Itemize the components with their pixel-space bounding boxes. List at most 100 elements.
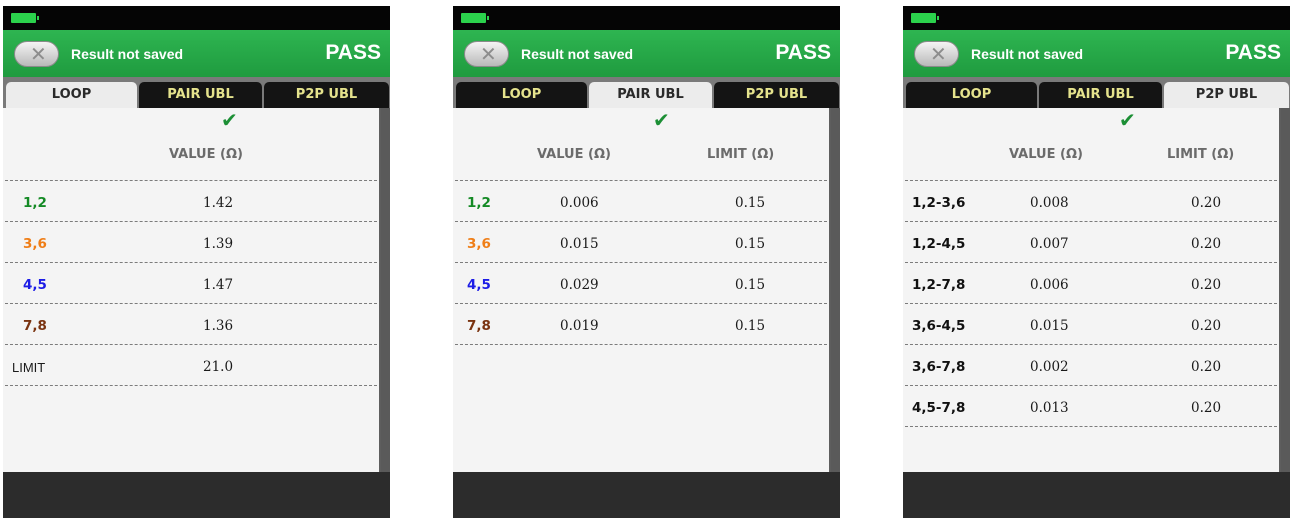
tab-bar: LOOP PAIR UBL P2P UBL: [903, 77, 1290, 108]
limit-label: LIMIT: [12, 360, 46, 375]
p2p-pair-label: 4,5-7,8: [912, 400, 966, 416]
divider: [5, 180, 377, 181]
divider: [905, 303, 1277, 304]
save-status-text: Result not saved: [971, 46, 1084, 62]
pair-label-7-8: 7,8: [23, 318, 47, 334]
pair-value: 0.006: [560, 195, 599, 211]
pair-label-3-6: 3,6: [23, 236, 47, 252]
tab-pair-ubl[interactable]: PAIR UBL: [589, 82, 712, 108]
tab-bar: LOOP PAIR UBL P2P UBL: [453, 77, 840, 108]
status-bar: [3, 6, 390, 30]
value-column-header: VALUE (Ω): [1009, 147, 1083, 162]
p2p-pair-label: 3,6-4,5: [912, 318, 966, 334]
pair-value: 1.47: [203, 277, 234, 293]
results-panel: ✔ VALUE (Ω) LIMIT (Ω) 1,2 0.006 0.15 3,6…: [453, 108, 831, 472]
divider: [905, 262, 1277, 263]
close-x-icon[interactable]: ✕: [914, 41, 959, 67]
divider: [455, 303, 827, 304]
tab-pair-ubl[interactable]: PAIR UBL: [1039, 82, 1162, 108]
battery-icon: [11, 13, 39, 23]
pair-value: 1.42: [203, 195, 234, 211]
tab-loop[interactable]: LOOP: [6, 82, 137, 108]
checkmark-icon: ✔: [221, 108, 238, 132]
p2p-limit: 0.20: [1191, 277, 1222, 293]
tab-pair-ubl[interactable]: PAIR UBL: [139, 82, 262, 108]
tester-screen-pair-ubl: ✕ Result not saved PASS LOOP PAIR UBL P2…: [453, 6, 840, 518]
p2p-limit: 0.20: [1191, 195, 1222, 211]
result-header: ✕ Result not saved PASS: [453, 30, 840, 77]
limit-column-header: LIMIT (Ω): [707, 147, 775, 162]
pair-label-1-2: 1,2: [467, 195, 491, 211]
divider: [5, 385, 377, 386]
tab-p2p-ubl[interactable]: P2P UBL: [264, 82, 389, 108]
p2p-limit: 0.20: [1191, 318, 1222, 334]
tester-screen-p2p-ubl: ✕ Result not saved PASS LOOP PAIR UBL P2…: [903, 6, 1290, 518]
divider: [455, 221, 827, 222]
p2p-value: 0.007: [1030, 236, 1069, 252]
tester-screen-loop: ✕ Result not saved PASS LOOP PAIR UBL P2…: [3, 6, 390, 518]
p2p-limit: 0.20: [1191, 236, 1222, 252]
results-panel: ✔ VALUE (Ω) LIMIT (Ω) 1,2-3,6 0.008 0.20…: [903, 108, 1281, 472]
pass-status: PASS: [1225, 41, 1281, 64]
divider: [905, 385, 1277, 386]
bottom-bar: [903, 472, 1290, 518]
save-status-text: Result not saved: [71, 46, 184, 62]
p2p-limit: 0.20: [1191, 400, 1222, 416]
p2p-pair-label: 1,2-7,8: [912, 277, 966, 293]
tab-bar: LOOP PAIR UBL P2P UBL: [3, 77, 390, 108]
divider: [455, 180, 827, 181]
limit-column-header: LIMIT (Ω): [1167, 147, 1235, 162]
p2p-value: 0.008: [1030, 195, 1069, 211]
p2p-limit: 0.20: [1191, 359, 1222, 375]
p2p-pair-label: 1,2-4,5: [912, 236, 966, 252]
divider: [5, 262, 377, 263]
pair-label-1-2: 1,2: [23, 195, 47, 211]
divider: [905, 221, 1277, 222]
pair-label-3-6: 3,6: [467, 236, 491, 252]
p2p-pair-label: 3,6-7,8: [912, 359, 966, 375]
pair-limit: 0.15: [735, 236, 766, 252]
p2p-value: 0.015: [1030, 318, 1069, 334]
value-column-header: VALUE (Ω): [169, 147, 243, 162]
tab-p2p-ubl[interactable]: P2P UBL: [1164, 82, 1289, 108]
results-panel: ✔ VALUE (Ω) 1,2 1.42 3,6 1.39 4,5 1.47 7…: [3, 108, 381, 472]
pair-value: 0.029: [560, 277, 599, 293]
divider: [5, 344, 377, 345]
pair-label-7-8: 7,8: [467, 318, 491, 334]
pair-limit: 0.15: [735, 277, 766, 293]
value-column-header: VALUE (Ω): [537, 147, 611, 162]
save-status-text: Result not saved: [521, 46, 634, 62]
panel-edge: [381, 108, 390, 472]
p2p-value: 0.002: [1030, 359, 1069, 375]
checkmark-icon: ✔: [653, 108, 670, 132]
tab-loop[interactable]: LOOP: [906, 82, 1037, 108]
close-x-icon[interactable]: ✕: [14, 41, 59, 67]
p2p-value: 0.013: [1030, 400, 1069, 416]
status-bar: [903, 6, 1290, 30]
panel-edge: [1281, 108, 1290, 472]
tab-p2p-ubl[interactable]: P2P UBL: [714, 82, 839, 108]
close-x-icon[interactable]: ✕: [464, 41, 509, 67]
pair-value: 0.019: [560, 318, 599, 334]
pair-label-4-5: 4,5: [467, 277, 491, 293]
divider: [905, 180, 1277, 181]
status-bar: [453, 6, 840, 30]
result-header: ✕ Result not saved PASS: [903, 30, 1290, 77]
checkmark-icon: ✔: [1119, 108, 1136, 132]
divider: [455, 344, 827, 345]
divider: [5, 221, 377, 222]
bottom-bar: [3, 472, 390, 518]
pair-value: 1.36: [203, 318, 234, 334]
divider: [905, 344, 1277, 345]
pair-limit: 0.15: [735, 318, 766, 334]
pair-label-4-5: 4,5: [23, 277, 47, 293]
pass-status: PASS: [775, 41, 831, 64]
panel-edge: [831, 108, 840, 472]
tab-loop[interactable]: LOOP: [456, 82, 587, 108]
divider: [455, 262, 827, 263]
p2p-pair-label: 1,2-3,6: [912, 195, 966, 211]
p2p-value: 0.006: [1030, 277, 1069, 293]
pass-status: PASS: [325, 41, 381, 64]
battery-icon: [911, 13, 939, 23]
bottom-bar: [453, 472, 840, 518]
